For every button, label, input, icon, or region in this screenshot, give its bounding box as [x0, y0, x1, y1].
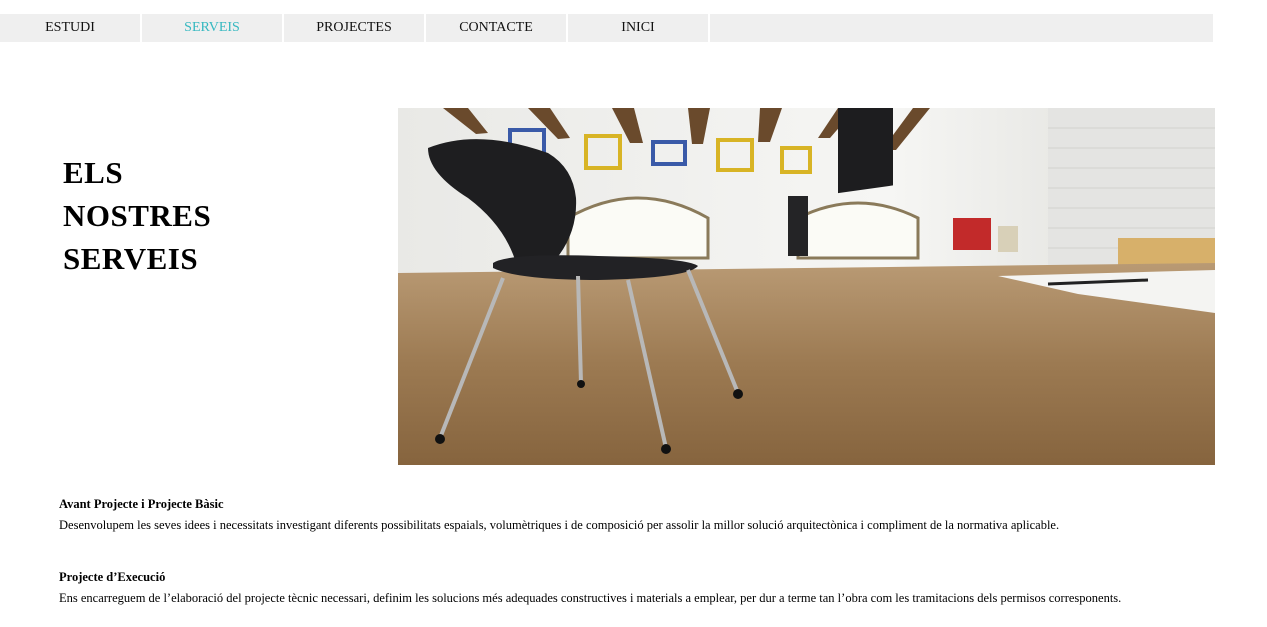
- nav-item-projectes[interactable]: PROJECTES: [284, 14, 426, 42]
- service-avant-projecte: Avant Projecte i Projecte Bàsic Desenvol…: [59, 496, 1239, 533]
- service-description: Ens encarreguem de l’elaboració del proj…: [59, 591, 1122, 605]
- office-photo-icon: [398, 108, 1215, 465]
- service-projecte-execucio: Projecte d’Execució Ens encarreguem de l…: [59, 569, 1239, 606]
- page-title: ELS NOSTRES SERVEIS: [63, 151, 211, 280]
- nav-item-serveis[interactable]: SERVEIS: [142, 14, 284, 42]
- page-title-line: NOSTRES: [63, 198, 212, 233]
- page-title-line: ELS: [63, 155, 124, 190]
- service-description: Desenvolupem les seves idees i necessita…: [59, 518, 1060, 532]
- hero-image: [398, 108, 1215, 465]
- service-heading: Projecte d’Execució: [59, 570, 166, 584]
- nav-item-contacte[interactable]: CONTACTE: [426, 14, 568, 42]
- main-nav: ESTUDI SERVEIS PROJECTES CONTACTE INICI: [0, 14, 1213, 42]
- service-heading: Avant Projecte i Projecte Bàsic: [59, 497, 224, 511]
- nav-item-inici[interactable]: INICI: [568, 14, 710, 42]
- page-title-line: SERVEIS: [63, 241, 199, 276]
- nav-item-estudi[interactable]: ESTUDI: [0, 14, 142, 42]
